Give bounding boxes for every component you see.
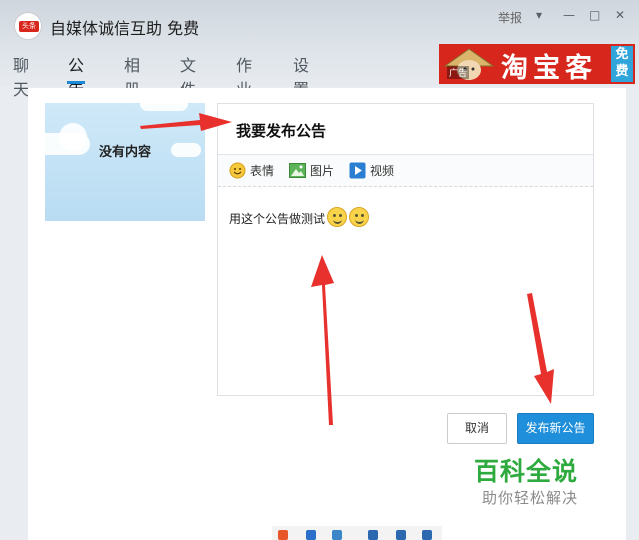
tray-app-icon[interactable] — [306, 530, 316, 540]
taskbar-tray — [272, 526, 442, 540]
tray-app-icon[interactable] — [368, 530, 378, 540]
tray-app-icon[interactable] — [422, 530, 432, 540]
watermark-subtitle: 助你轻松解决 — [482, 489, 579, 507]
arrow-to-content — [311, 255, 334, 425]
tray-app-icon[interactable] — [278, 530, 288, 540]
tray-app-icon[interactable] — [332, 530, 342, 540]
arrow-to-publish — [527, 293, 554, 404]
tray-app-icon[interactable] — [396, 530, 406, 540]
arrow-to-title — [140, 113, 232, 131]
watermark-title: 百科全说 — [474, 457, 579, 486]
